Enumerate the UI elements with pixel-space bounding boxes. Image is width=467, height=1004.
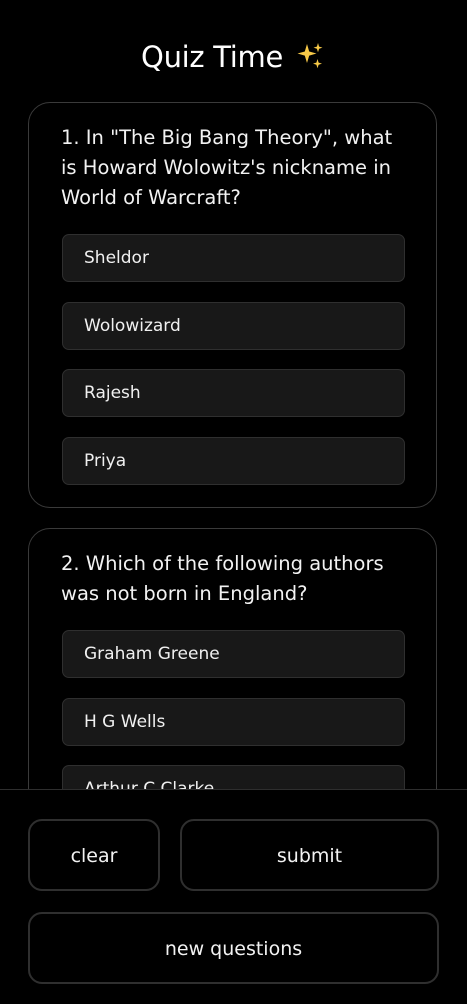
answer-option-sheldor[interactable]: Sheldor <box>62 234 405 282</box>
page-title-text: Quiz Time <box>141 40 284 74</box>
action-footer: clear submit new questions <box>0 789 467 1004</box>
question-card-2: 2. Which of the following authors was no… <box>28 528 437 789</box>
page-title: Quiz Time <box>0 40 467 74</box>
question-text-1: 1. In "The Big Bang Theory", what is How… <box>61 126 393 209</box>
clear-button[interactable]: clear <box>28 819 160 891</box>
question-card-1: 1. In "The Big Bang Theory", what is How… <box>28 102 437 508</box>
question-text-2: 2. Which of the following authors was no… <box>61 552 384 605</box>
quiz-scroll-area[interactable]: Quiz Time 1. In "The Big Bang Theory", w… <box>0 0 467 789</box>
submit-button[interactable]: submit <box>180 819 439 891</box>
answer-option-wolowizard[interactable]: Wolowizard <box>62 302 405 350</box>
answer-option-h-g-wells[interactable]: H G Wells <box>62 698 405 746</box>
answer-option-arthur-c-clarke[interactable]: Arthur C Clarke <box>62 765 405 789</box>
quiz-page: Quiz Time 1. In "The Big Bang Theory", w… <box>0 0 467 1004</box>
answer-option-rajesh[interactable]: Rajesh <box>62 369 405 417</box>
answer-option-graham-greene[interactable]: Graham Greene <box>62 630 405 678</box>
answer-option-priya[interactable]: Priya <box>62 437 405 485</box>
new-questions-button[interactable]: new questions <box>28 912 439 984</box>
sparkles-icon <box>297 43 323 69</box>
